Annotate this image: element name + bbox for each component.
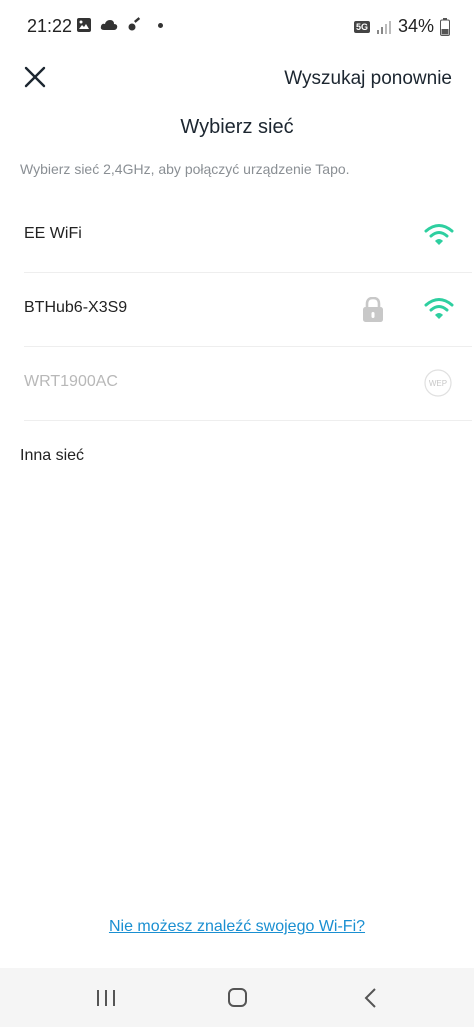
recent-apps-icon[interactable] bbox=[91, 986, 121, 1010]
signal-icon bbox=[376, 20, 391, 34]
wifi-strong-icon bbox=[424, 224, 454, 245]
status-icons-right: 5G 34% bbox=[353, 16, 450, 37]
back-icon[interactable] bbox=[356, 986, 386, 1010]
other-network-button[interactable]: Inna sieć bbox=[20, 447, 84, 465]
wep-badge-text: WEP bbox=[429, 379, 447, 388]
navigation-bar bbox=[0, 968, 474, 1027]
battery-icon bbox=[440, 17, 450, 36]
status-bar: 21:22 5G 34% bbox=[0, 0, 474, 56]
network-item[interactable]: BTHub6-X3S9 bbox=[24, 273, 472, 347]
cloud-icon bbox=[100, 20, 118, 30]
network-name: EE WiFi bbox=[24, 225, 82, 242]
network-item[interactable]: WRT1900AC WEP bbox=[24, 347, 472, 421]
network-5g-icon: 5G bbox=[353, 20, 370, 33]
page-subtitle: Wybierz sieć 2,4GHz, aby połączyć urządz… bbox=[20, 161, 350, 177]
close-icon bbox=[24, 66, 46, 88]
wifi-strong-icon bbox=[424, 298, 454, 319]
close-button[interactable] bbox=[20, 62, 50, 92]
lock-icon bbox=[363, 297, 383, 322]
notification-dot-icon bbox=[158, 22, 163, 28]
home-icon[interactable] bbox=[222, 986, 252, 1010]
page-title: Wybierz sieć bbox=[180, 116, 294, 138]
wep-icon: WEP bbox=[424, 369, 452, 397]
network-name: WRT1900AC bbox=[24, 373, 118, 390]
divider bbox=[24, 420, 472, 421]
cant-find-wifi-link[interactable]: Nie możesz znaleźć swojego Wi-Fi? bbox=[0, 918, 474, 936]
vpn-key-icon bbox=[128, 17, 141, 31]
network-name: BTHub6-X3S9 bbox=[24, 299, 128, 316]
status-time: 21:22 bbox=[27, 16, 73, 36]
status-icons-left bbox=[76, 17, 163, 33]
battery-percent: 34% bbox=[397, 16, 434, 36]
rescan-button[interactable]: Wyszukaj ponownie bbox=[284, 68, 452, 90]
gallery-icon bbox=[77, 18, 91, 32]
network-item[interactable]: EE WiFi bbox=[24, 199, 472, 273]
